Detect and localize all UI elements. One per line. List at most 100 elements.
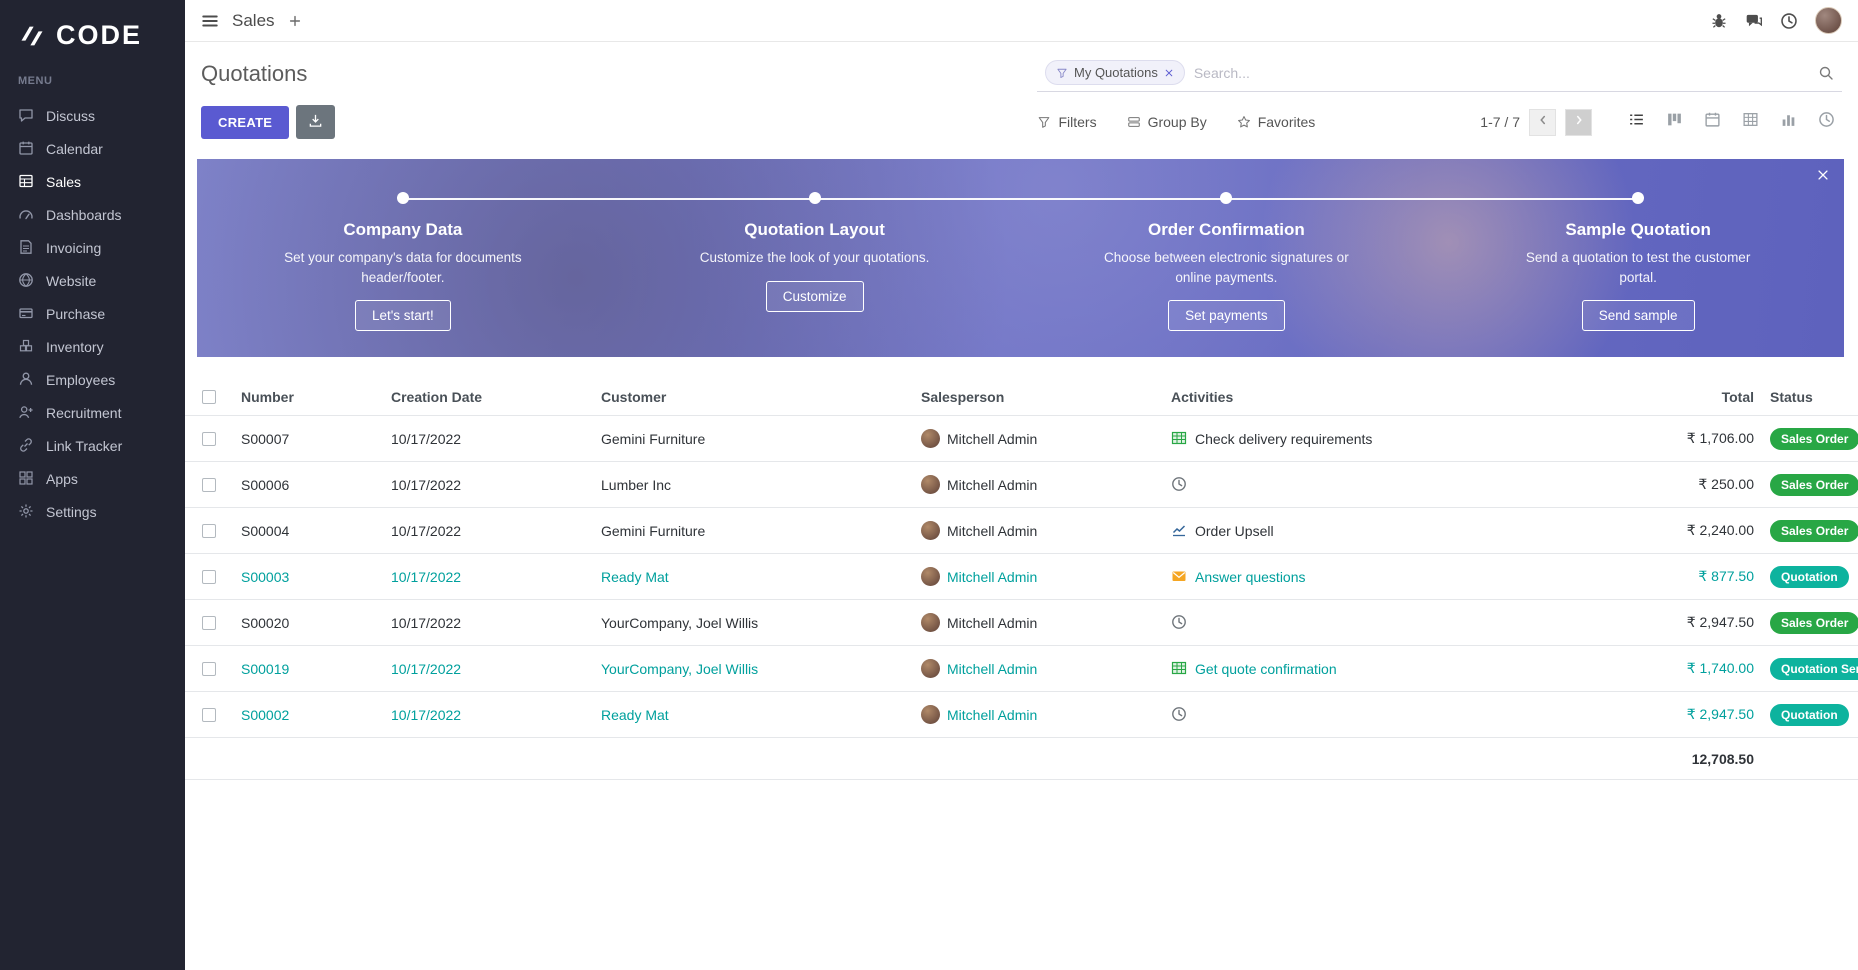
- column-header-salesperson[interactable]: Salesperson: [913, 379, 1163, 415]
- messages-icon[interactable]: [1745, 12, 1763, 30]
- table-row[interactable]: S00020 10/17/2022 YourCompany, Joel Will…: [185, 600, 1858, 646]
- sidebar-item-label: Invoicing: [46, 240, 101, 256]
- chart-icon[interactable]: [1171, 522, 1188, 539]
- sidebar-item-apps[interactable]: Apps: [0, 462, 185, 495]
- table-row[interactable]: S00004 10/17/2022 Gemini Furniture Mitch…: [185, 508, 1858, 554]
- sidebar-item-dashboards[interactable]: Dashboards: [0, 198, 185, 231]
- sidebar-item-purchase[interactable]: Purchase: [0, 297, 185, 330]
- hamburger-menu-icon[interactable]: [201, 12, 219, 30]
- table-row[interactable]: S00006 10/17/2022 Lumber Inc Mitchell Ad…: [185, 462, 1858, 508]
- user-avatar[interactable]: [1815, 7, 1842, 34]
- table-row[interactable]: S00003 10/17/2022 Ready Mat Mitchell Adm…: [185, 554, 1858, 600]
- envelope-icon[interactable]: [1171, 568, 1188, 585]
- cell-salesperson: Mitchell Admin: [947, 569, 1037, 585]
- step-dot: [1220, 192, 1232, 204]
- search-icon[interactable]: [1818, 65, 1834, 81]
- filters-button[interactable]: Filters: [1037, 114, 1096, 130]
- bug-icon[interactable]: [1710, 12, 1728, 30]
- facet-remove-icon[interactable]: [1164, 68, 1174, 78]
- cell-activity: Get quote confirmation: [1195, 661, 1337, 677]
- cell-total: ₹ 2,240.00: [1592, 508, 1762, 553]
- list-view-button[interactable]: [1620, 108, 1652, 136]
- column-header-status[interactable]: Status: [1762, 379, 1858, 415]
- pager-next-button[interactable]: [1565, 109, 1592, 136]
- clock-activity-icon[interactable]: [1171, 614, 1188, 631]
- search-facet-my-quotations[interactable]: My Quotations: [1045, 60, 1185, 85]
- sidebar-item-recruitment[interactable]: Recruitment: [0, 396, 185, 429]
- cell-number: S00020: [233, 600, 383, 645]
- send-sample-button[interactable]: Send sample: [1582, 300, 1695, 331]
- table-row[interactable]: S00002 10/17/2022 Ready Mat Mitchell Adm…: [185, 692, 1858, 738]
- search-input[interactable]: [1194, 65, 1809, 81]
- cell-salesperson: Mitchell Admin: [947, 707, 1037, 723]
- column-header-number[interactable]: Number: [233, 379, 383, 415]
- group-by-button[interactable]: Group By: [1127, 114, 1207, 130]
- graph-view-button[interactable]: [1772, 108, 1804, 136]
- step-dot: [397, 192, 409, 204]
- total-sum: 12,708.50: [1592, 751, 1762, 767]
- cell-total: ₹ 1,740.00: [1592, 646, 1762, 691]
- table-header-row: Number Creation Date Customer Salesperso…: [185, 379, 1858, 416]
- lets-start-button[interactable]: Let's start!: [355, 300, 451, 331]
- apps-icon: [18, 470, 35, 487]
- cell-creation-date: 10/17/2022: [383, 692, 593, 737]
- cell-total: ₹ 250.00: [1592, 462, 1762, 507]
- view-switcher: [1620, 108, 1842, 136]
- spreadsheet-icon[interactable]: [1171, 430, 1188, 447]
- chevron-left-icon: [1536, 113, 1550, 132]
- main-area: Sales Quotations My Quotations: [185, 0, 1858, 970]
- sidebar-item-inventory[interactable]: Inventory: [0, 330, 185, 363]
- pivot-view-button[interactable]: [1734, 108, 1766, 136]
- select-all-checkbox[interactable]: [202, 390, 216, 404]
- sidebar-item-link-tracker[interactable]: Link Tracker: [0, 429, 185, 462]
- sidebar-item-calendar[interactable]: Calendar: [0, 132, 185, 165]
- sidebar-item-sales[interactable]: Sales: [0, 165, 185, 198]
- cell-salesperson: Mitchell Admin: [947, 477, 1037, 493]
- row-checkbox[interactable]: [202, 708, 216, 722]
- sidebar-item-settings[interactable]: Settings: [0, 495, 185, 528]
- sidebar-item-discuss[interactable]: Discuss: [0, 99, 185, 132]
- export-button[interactable]: [296, 105, 335, 139]
- step-order-confirmation: Order Confirmation Choose between electr…: [1021, 159, 1433, 357]
- recruitment-icon: [18, 404, 35, 421]
- activities-clock-icon[interactable]: [1780, 12, 1798, 30]
- row-checkbox[interactable]: [202, 616, 216, 630]
- quotations-table: Number Creation Date Customer Salesperso…: [185, 379, 1858, 780]
- sidebar-item-employees[interactable]: Employees: [0, 363, 185, 396]
- spreadsheet-icon[interactable]: [1171, 660, 1188, 677]
- kanban-view-icon: [1666, 111, 1683, 133]
- status-badge: Quotation Sent: [1770, 658, 1858, 680]
- kanban-view-button[interactable]: [1658, 108, 1690, 136]
- column-header-total[interactable]: Total: [1592, 379, 1762, 415]
- row-checkbox[interactable]: [202, 478, 216, 492]
- sidebar-item-label: Employees: [46, 372, 115, 388]
- row-checkbox[interactable]: [202, 570, 216, 584]
- set-payments-button[interactable]: Set payments: [1168, 300, 1285, 331]
- create-button[interactable]: CREATE: [201, 106, 289, 139]
- table-row[interactable]: S00007 10/17/2022 Gemini Furniture Mitch…: [185, 416, 1858, 462]
- sidebar-item-invoicing[interactable]: Invoicing: [0, 231, 185, 264]
- salesperson-avatar: [921, 613, 940, 632]
- pager-previous-button[interactable]: [1529, 109, 1556, 136]
- add-tab-icon[interactable]: [288, 14, 302, 28]
- favorites-button[interactable]: Favorites: [1237, 114, 1316, 130]
- sidebar-item-website[interactable]: Website: [0, 264, 185, 297]
- row-checkbox[interactable]: [202, 524, 216, 538]
- row-checkbox[interactable]: [202, 662, 216, 676]
- clock-activity-icon[interactable]: [1171, 706, 1188, 723]
- column-header-creation-date[interactable]: Creation Date: [383, 379, 593, 415]
- activity-view-button[interactable]: [1810, 108, 1842, 136]
- step-title: Sample Quotation: [1565, 220, 1710, 240]
- column-header-activities[interactable]: Activities: [1163, 379, 1592, 415]
- calendar-view-button[interactable]: [1696, 108, 1728, 136]
- sidebar-item-label: Website: [46, 273, 96, 289]
- table-row[interactable]: S00019 10/17/2022 YourCompany, Joel Will…: [185, 646, 1858, 692]
- logo[interactable]: CODE: [0, 0, 185, 75]
- clock-activity-icon[interactable]: [1171, 476, 1188, 493]
- customize-button[interactable]: Customize: [766, 281, 864, 312]
- sidebar-item-label: Settings: [46, 504, 97, 520]
- app-title[interactable]: Sales: [232, 11, 275, 31]
- row-checkbox[interactable]: [202, 432, 216, 446]
- cell-customer: YourCompany, Joel Willis: [593, 600, 913, 645]
- column-header-customer[interactable]: Customer: [593, 379, 913, 415]
